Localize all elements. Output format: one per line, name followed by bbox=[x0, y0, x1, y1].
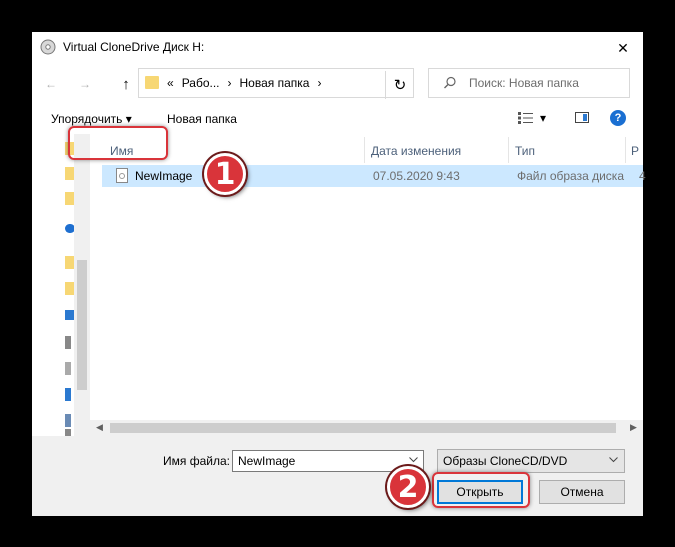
search-icon bbox=[444, 76, 456, 89]
chevron-right-icon[interactable]: › bbox=[317, 76, 321, 90]
forward-arrow-icon: → bbox=[79, 77, 91, 91]
file-type-value: Образы CloneCD/DVD bbox=[443, 454, 568, 468]
organize-button[interactable]: Упорядочить ▾ bbox=[51, 112, 132, 126]
preview-pane-button[interactable] bbox=[575, 112, 589, 123]
document-icon[interactable] bbox=[65, 362, 71, 375]
chevron-down-icon bbox=[609, 457, 618, 463]
view-list-icon bbox=[518, 112, 533, 124]
chevron-right-icon[interactable]: › bbox=[228, 76, 232, 90]
column-divider[interactable] bbox=[508, 137, 509, 163]
filename-label: Имя файла: bbox=[163, 454, 230, 468]
file-row[interactable]: NewImage 07.05.2020 9:43 Файл образа дис… bbox=[102, 165, 646, 187]
scroll-right-icon[interactable]: ▶ bbox=[630, 422, 637, 433]
step-marker-2: 2 bbox=[387, 466, 429, 508]
view-options-button[interactable]: ▾ bbox=[518, 111, 546, 125]
drive-icon[interactable] bbox=[65, 336, 71, 349]
column-divider[interactable] bbox=[364, 137, 365, 163]
breadcrumb-item-new-folder[interactable]: Новая папка bbox=[240, 76, 310, 90]
navigation-pane bbox=[32, 134, 90, 442]
disc-image-file-icon bbox=[116, 168, 128, 183]
chevron-down-icon: ▾ bbox=[540, 111, 547, 125]
open-file-dialog: Virtual CloneDrive Диск H: ✕ ← → ↑ « Раб… bbox=[32, 32, 646, 516]
file-highlight-frame bbox=[68, 126, 168, 160]
file-date: 07.05.2020 9:43 bbox=[373, 169, 460, 183]
navigation-bar: ← → ↑ « Рабо... › Новая папка › ↻ Поиск:… bbox=[32, 66, 643, 102]
filename-value: NewImage bbox=[238, 454, 296, 468]
back-button[interactable]: ← bbox=[41, 74, 61, 94]
step-marker-1: 1 bbox=[204, 153, 246, 195]
column-header: Имя Дата изменения Тип Р bbox=[98, 137, 643, 163]
scroll-left-icon[interactable]: ◀ bbox=[96, 422, 103, 433]
disc-icon bbox=[40, 39, 56, 55]
column-date[interactable]: Дата изменения bbox=[371, 144, 461, 158]
refresh-icon: ↻ bbox=[393, 77, 407, 94]
search-placeholder: Поиск: Новая папка bbox=[469, 76, 579, 90]
open-button-highlight-frame bbox=[432, 472, 530, 508]
back-arrow-icon: ← bbox=[45, 77, 57, 91]
breadcrumb: « Рабо... › Новая папка › bbox=[167, 76, 321, 90]
new-folder-button[interactable]: Новая папка bbox=[167, 112, 237, 126]
breadcrumb-item-desktop[interactable]: Рабо... bbox=[182, 76, 220, 90]
file-size: 4 bbox=[639, 169, 646, 183]
column-divider[interactable] bbox=[625, 137, 626, 163]
column-type[interactable]: Тип bbox=[515, 144, 535, 158]
refresh-button[interactable]: ↻ bbox=[385, 71, 414, 99]
file-name: NewImage bbox=[135, 169, 193, 183]
cancel-button-label: Отмена bbox=[560, 485, 604, 499]
up-button[interactable]: ↑ bbox=[116, 74, 136, 94]
help-button[interactable]: ? bbox=[610, 110, 626, 126]
forward-button[interactable]: → bbox=[75, 74, 95, 94]
file-type: Файл образа диска bbox=[517, 169, 624, 183]
file-list: Имя Дата изменения Тип Р NewImage 07.05.… bbox=[98, 134, 646, 454]
window-title: Virtual CloneDrive Диск H: bbox=[63, 40, 205, 54]
address-bar[interactable]: « Рабо... › Новая папка › ↻ bbox=[138, 68, 414, 99]
up-arrow-icon: ↑ bbox=[122, 75, 130, 93]
file-type-select[interactable]: Образы CloneCD/DVD bbox=[437, 449, 625, 473]
close-icon: ✕ bbox=[617, 39, 629, 56]
dialog-footer: Имя файла: NewImage Образы CloneCD/DVD О… bbox=[32, 436, 643, 516]
title-bar: Virtual CloneDrive Диск H: ✕ bbox=[32, 32, 643, 62]
horizontal-scrollbar-thumb[interactable] bbox=[110, 423, 616, 433]
picture-icon[interactable] bbox=[65, 414, 71, 427]
horizontal-scrollbar[interactable]: ◀ ▶ bbox=[90, 420, 643, 436]
nav-scrollbar-thumb[interactable] bbox=[77, 260, 87, 390]
close-button[interactable]: ✕ bbox=[611, 37, 635, 59]
chevron-down-icon[interactable] bbox=[409, 457, 418, 463]
column-size[interactable]: Р bbox=[631, 144, 639, 158]
breadcrumb-overflow[interactable]: « bbox=[167, 76, 174, 90]
cancel-button[interactable]: Отмена bbox=[539, 480, 625, 504]
help-icon: ? bbox=[614, 112, 622, 124]
search-input[interactable]: Поиск: Новая папка bbox=[428, 68, 630, 98]
folder-icon bbox=[145, 76, 159, 89]
download-icon[interactable] bbox=[65, 388, 71, 401]
